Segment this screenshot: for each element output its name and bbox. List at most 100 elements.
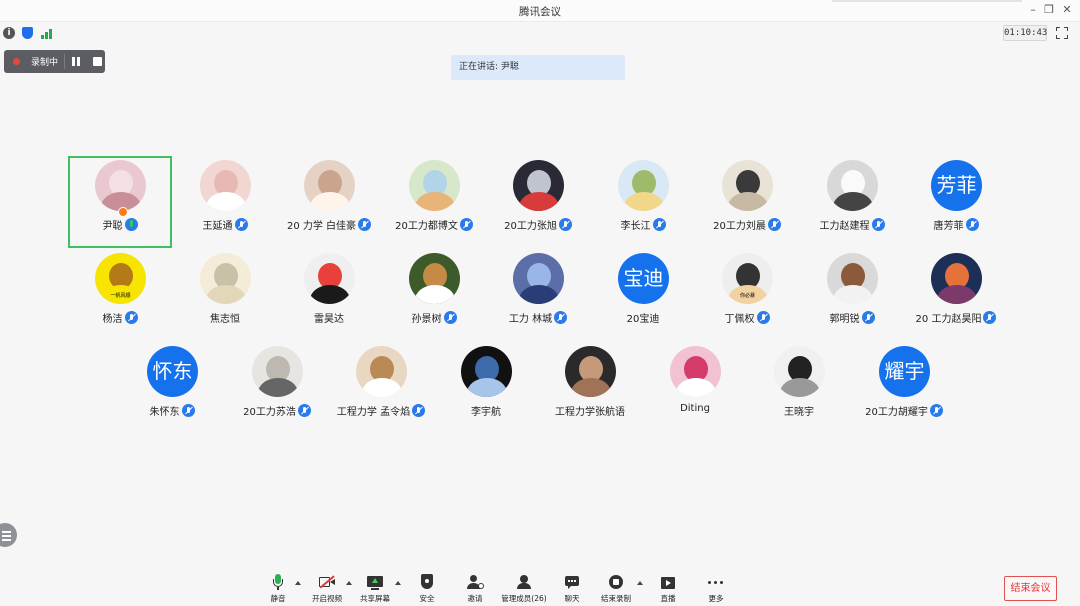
end-meeting-button[interactable]: 结束会议 bbox=[1004, 576, 1057, 601]
participant-name: 20工力苏浩 bbox=[243, 407, 296, 418]
video-camera-icon bbox=[319, 574, 335, 590]
participant-name: Diting bbox=[680, 403, 710, 414]
participant-name-row: 20 工力赵昊阳 bbox=[904, 310, 1008, 325]
participant-tile[interactable]: 20工力都博文 bbox=[382, 156, 486, 248]
participant-tile[interactable]: 20工力张旭 bbox=[486, 156, 590, 248]
participant-name-row: 20工力胡耀宇 bbox=[852, 403, 956, 418]
participant-tile[interactable]: 李长江 bbox=[591, 156, 695, 248]
participant-tile[interactable]: 耀宇 20工力胡耀宇 bbox=[852, 342, 956, 434]
participant-tile[interactable]: 宝迪 20宝迪 bbox=[591, 249, 695, 341]
participant-tile[interactable]: 工程力学 孟令焰 bbox=[329, 342, 433, 434]
shield-icon[interactable] bbox=[22, 27, 33, 39]
chat-button[interactable]: 聊天 bbox=[550, 574, 594, 606]
fullscreen-icon[interactable] bbox=[1056, 27, 1068, 39]
video-options-caret[interactable] bbox=[346, 581, 352, 585]
participant-tile[interactable]: 尹聪 bbox=[68, 156, 172, 248]
participant-tile[interactable]: 孙景树 bbox=[382, 249, 486, 341]
avatar-shape bbox=[415, 192, 455, 211]
manage-members-button[interactable]: 管理成员(26) bbox=[500, 574, 548, 606]
avatar: 你必暴 bbox=[722, 253, 773, 304]
video-button[interactable]: 开启视频 bbox=[305, 574, 349, 606]
stop-record-icon bbox=[608, 574, 624, 590]
share-options-caret[interactable] bbox=[395, 581, 401, 585]
participant-tile[interactable]: 工力赵建程 bbox=[800, 156, 904, 248]
avatar-shape bbox=[937, 285, 977, 304]
invite-label: 邀请 bbox=[467, 594, 483, 603]
avatar bbox=[931, 253, 982, 304]
participant-name-row: 焦志恒 bbox=[173, 310, 277, 325]
participant-tile[interactable]: 王晓宇 bbox=[747, 342, 851, 434]
avatar-shape bbox=[310, 285, 350, 304]
end-recording-button[interactable]: 结束录制 bbox=[594, 574, 638, 606]
security-button[interactable]: 安全 bbox=[405, 574, 449, 606]
participant-name: 20工力都博文 bbox=[395, 221, 458, 232]
participant-name-row: 20工力苏浩 bbox=[225, 403, 329, 418]
participant-name: 李长江 bbox=[620, 221, 651, 232]
participant-tile[interactable]: 雷昊达 bbox=[277, 249, 381, 341]
share-screen-button[interactable]: 共享屏幕 bbox=[353, 574, 397, 606]
participant-tile[interactable]: 李宇航 bbox=[434, 342, 538, 434]
participant-name-row: 王延通 bbox=[173, 217, 277, 232]
participant-name: 20 力学 白佳豪 bbox=[286, 221, 357, 232]
participant-tile[interactable]: 芳菲 唐芳菲 bbox=[904, 156, 1008, 248]
restore-icon[interactable]: ❐ bbox=[1040, 2, 1058, 18]
participant-tile[interactable]: 20工力刘晨 bbox=[695, 156, 799, 248]
avatar bbox=[304, 253, 355, 304]
recording-label: 录制中 bbox=[31, 58, 59, 68]
participant-name-row: 王晓宇 bbox=[747, 403, 851, 418]
participant-tile[interactable]: 怀东 朱怀东 bbox=[120, 342, 224, 434]
side-panel-toggle[interactable] bbox=[0, 523, 17, 547]
mic-muted-icon bbox=[443, 311, 457, 324]
participant-name: 工力 林城 bbox=[508, 314, 553, 325]
stop-recording-button[interactable] bbox=[93, 57, 102, 66]
participant-name: 孙景树 bbox=[411, 314, 442, 325]
more-dots-icon bbox=[708, 574, 724, 590]
microphone-icon bbox=[270, 574, 286, 590]
participant-tile[interactable]: 你必暴 丁佩权 bbox=[695, 249, 799, 341]
participant-tile[interactable]: 工程力学张航语 bbox=[538, 342, 642, 434]
share-screen-label: 共享屏幕 bbox=[360, 594, 390, 603]
participant-tile[interactable]: 20工力苏浩 bbox=[225, 342, 329, 434]
participant-tile[interactable]: 一帆风顺 杨洁 bbox=[68, 249, 172, 341]
host-badge-icon bbox=[118, 207, 128, 217]
mute-button[interactable]: 静音 bbox=[256, 574, 300, 606]
invite-button[interactable]: 邀请 bbox=[453, 574, 497, 606]
mute-options-caret[interactable] bbox=[295, 581, 301, 585]
close-icon[interactable]: ✕ bbox=[1058, 2, 1076, 18]
avatar-shape bbox=[415, 285, 455, 304]
mic-muted-icon bbox=[767, 218, 781, 231]
live-button[interactable]: 直播 bbox=[646, 574, 690, 606]
avatar-caption: 一帆风顺 bbox=[110, 293, 131, 299]
participant-tile[interactable]: 20 工力赵昊阳 bbox=[904, 249, 1008, 341]
participant-tile[interactable]: 20 力学 白佳豪 bbox=[277, 156, 381, 248]
bottom-toolbar: 静音 开启视频 共享屏幕 安全 邀请 管理成员(26) 聊天 结束录制 直播 更… bbox=[0, 570, 1080, 606]
manage-members-label: 管理成员(26) bbox=[501, 594, 547, 603]
avatar bbox=[304, 160, 355, 211]
participant-tile[interactable]: 焦志恒 bbox=[173, 249, 277, 341]
mic-muted-icon bbox=[871, 218, 885, 231]
info-icon[interactable]: i bbox=[3, 27, 15, 39]
mic-muted-icon bbox=[861, 311, 875, 324]
signal-icon[interactable] bbox=[40, 27, 54, 39]
participant-tile[interactable]: 工力 林城 bbox=[486, 249, 590, 341]
participant-tile[interactable]: 郭明锐 bbox=[800, 249, 904, 341]
avatar bbox=[200, 160, 251, 211]
participant-tile[interactable]: 王延通 bbox=[173, 156, 277, 248]
mic-muted-icon bbox=[124, 311, 138, 324]
recording-bar: 录制中 bbox=[4, 50, 105, 73]
record-dot-icon bbox=[13, 58, 20, 65]
more-button[interactable]: 更多 bbox=[694, 574, 738, 606]
recording-divider bbox=[64, 54, 65, 69]
participant-name-row: 工力 林城 bbox=[486, 310, 590, 325]
participant-tile[interactable]: Diting bbox=[643, 342, 747, 434]
recording-options-caret[interactable] bbox=[637, 581, 643, 585]
chat-label: 聊天 bbox=[564, 594, 580, 603]
avatar-shape bbox=[206, 192, 246, 211]
pause-recording-button[interactable] bbox=[72, 57, 80, 66]
mic-muted-icon bbox=[234, 218, 248, 231]
participant-name: 朱怀东 bbox=[149, 407, 180, 418]
window-title: 腾讯会议 bbox=[519, 6, 561, 18]
participant-name-row: 工程力学 孟令焰 bbox=[329, 403, 433, 418]
mic-muted-icon bbox=[412, 404, 426, 417]
avatar-shape bbox=[676, 378, 716, 397]
